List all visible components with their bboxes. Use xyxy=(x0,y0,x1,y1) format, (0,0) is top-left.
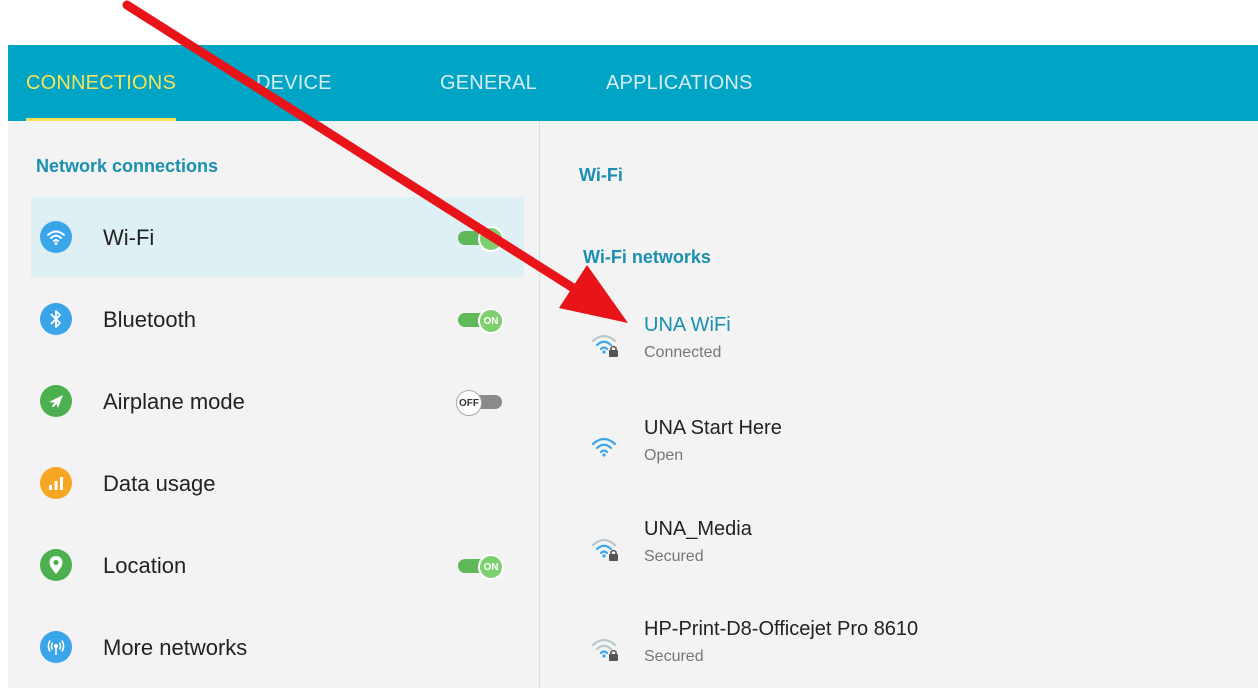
network-status: Secured xyxy=(644,648,704,665)
network-name: UNA Start Here xyxy=(644,417,782,439)
network-una-media[interactable]: UNA_Media Secured xyxy=(580,518,1220,598)
connection-label: Data usage xyxy=(103,471,216,496)
network-una-wifi[interactable]: UNA WiFi Connected xyxy=(580,314,1220,394)
tab-label: CONNECTIONS xyxy=(26,72,176,94)
tab-connections[interactable]: CONNECTIONS xyxy=(26,45,176,121)
wifi-lock-icon xyxy=(590,532,624,566)
network-una-start-here[interactable]: UNA Start Here Open xyxy=(580,417,1220,497)
wifi-toggle[interactable] xyxy=(456,226,506,252)
tab-label: GENERAL xyxy=(440,72,537,94)
toggle-knob: ON xyxy=(478,308,504,334)
tab-bar: CONNECTIONS DEVICE GENERAL APPLICATIONS xyxy=(8,45,1258,121)
network-hp-print[interactable]: HP-Print-D8-Officejet Pro 8610 Secured xyxy=(580,618,1220,688)
connection-item-more-networks[interactable]: More networks xyxy=(31,607,524,687)
connection-label: Bluetooth xyxy=(103,307,196,332)
network-name: UNA WiFi xyxy=(644,314,731,336)
connection-label: Location xyxy=(103,553,187,578)
connection-item-location[interactable]: Location ON xyxy=(31,525,524,605)
tab-label: DEVICE xyxy=(256,72,332,94)
more-networks-icon xyxy=(40,631,72,663)
connections-panel: Network connections Wi-Fi Bluetooth ON A… xyxy=(8,121,539,688)
network-name: HP-Print-D8-Officejet Pro 8610 xyxy=(644,618,919,640)
location-icon xyxy=(40,549,72,581)
tab-label: APPLICATIONS xyxy=(606,72,753,94)
network-status: Secured xyxy=(644,548,704,565)
connection-item-bluetooth[interactable]: Bluetooth ON xyxy=(31,279,524,359)
settings-screen: CONNECTIONS DEVICE GENERAL APPLICATIONS … xyxy=(0,0,1258,688)
bluetooth-toggle[interactable]: ON xyxy=(456,308,506,334)
tab-general[interactable]: GENERAL xyxy=(440,45,537,121)
connection-label: More networks xyxy=(103,635,248,660)
wifi-icon xyxy=(40,221,72,253)
network-status: Connected xyxy=(644,344,722,361)
tab-device[interactable]: DEVICE xyxy=(256,45,332,121)
wifi-icon xyxy=(590,431,624,465)
tab-applications[interactable]: APPLICATIONS xyxy=(606,45,753,121)
wifi-networks-header: Wi-Fi networks xyxy=(583,247,711,267)
wifi-lock-icon xyxy=(590,632,624,666)
toggle-knob: ON xyxy=(478,554,504,580)
connection-item-wifi[interactable]: Wi-Fi xyxy=(31,197,524,277)
data-usage-icon xyxy=(40,467,72,499)
network-status: Open xyxy=(644,447,684,464)
network-name: UNA_Media xyxy=(644,518,752,540)
bluetooth-icon xyxy=(40,303,72,335)
airplane-mode-toggle[interactable]: OFF xyxy=(456,390,506,416)
wifi-lock-icon xyxy=(590,328,624,362)
network-connections-header: Network connections xyxy=(36,156,219,176)
location-toggle[interactable]: ON xyxy=(456,554,506,580)
wifi-panel-title: Wi-Fi xyxy=(579,165,623,185)
wifi-panel: Wi-Fi Wi-Fi networks UNA WiFi Connected xyxy=(540,121,1258,688)
toggle-knob xyxy=(478,226,504,252)
connection-label: Wi-Fi xyxy=(103,225,155,250)
airplane-icon xyxy=(40,385,72,417)
connection-item-airplane-mode[interactable]: Airplane mode OFF xyxy=(31,361,524,441)
connection-label: Airplane mode xyxy=(103,389,245,414)
connection-item-data-usage[interactable]: Data usage xyxy=(31,443,524,523)
toggle-knob: OFF xyxy=(456,390,482,416)
